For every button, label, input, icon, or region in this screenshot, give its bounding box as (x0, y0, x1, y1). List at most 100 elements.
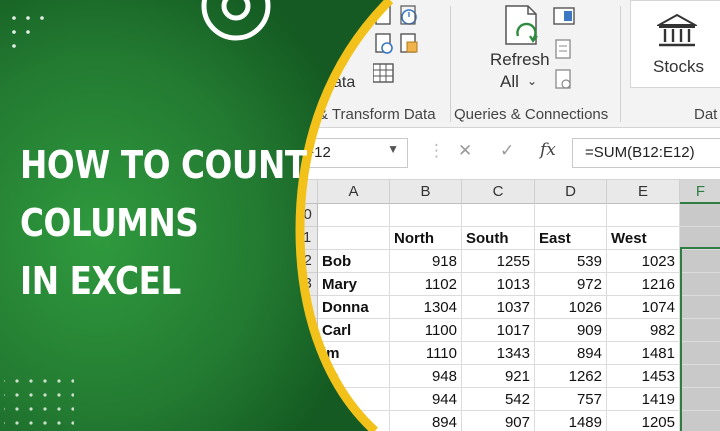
grid-cell[interactable] (680, 204, 720, 227)
grid-cell[interactable]: va (318, 365, 390, 388)
grid-cell[interactable]: 948 (390, 365, 462, 388)
insert-function-icon[interactable]: fx (540, 140, 556, 160)
grid-cell[interactable]: 1255 (462, 250, 535, 273)
grid-cell[interactable]: Mary (318, 273, 390, 296)
grid-cell[interactable] (680, 365, 720, 388)
column-header-e[interactable]: E (607, 180, 680, 204)
grid-cell[interactable] (680, 273, 720, 296)
grid-cell[interactable]: West (607, 227, 680, 250)
row-header[interactable]: 15 (290, 319, 318, 342)
column-header-c[interactable]: C (462, 180, 535, 204)
grid-cell[interactable]: 918 (390, 250, 462, 273)
column-header-a[interactable]: A (318, 180, 390, 204)
row-header[interactable]: 12 (290, 250, 318, 273)
name-box[interactable]: F12 ▼ (290, 138, 408, 168)
column-header-f[interactable]: F (680, 180, 720, 204)
grid-cell[interactable] (680, 342, 720, 365)
grid-cell[interactable] (318, 227, 390, 250)
grid-cell[interactable]: 1017 (462, 319, 535, 342)
grid-cell[interactable] (535, 204, 607, 227)
grid-cell[interactable]: 1013 (462, 273, 535, 296)
refresh-all-label[interactable]: All (500, 72, 519, 92)
column-header-d[interactable]: D (535, 180, 607, 204)
grid-cell[interactable] (318, 204, 390, 227)
grid-cell[interactable]: im (318, 342, 390, 365)
grid-cell[interactable]: 1216 (607, 273, 680, 296)
grid-cell[interactable]: 944 (390, 388, 462, 411)
grid-cell[interactable] (680, 250, 720, 273)
row-header[interactable]: 19 (290, 411, 318, 431)
grid-cell[interactable]: 1304 (390, 296, 462, 319)
grid-cell[interactable]: 1453 (607, 365, 680, 388)
grid-cell[interactable] (680, 411, 720, 431)
refresh-label[interactable]: Refresh (490, 50, 550, 70)
grid-cell[interactable]: East (535, 227, 607, 250)
grid-cell[interactable] (390, 204, 462, 227)
grid-cell[interactable]: 1343 (462, 342, 535, 365)
grid-cell[interactable]: 1100 (390, 319, 462, 342)
grid-cell[interactable] (680, 319, 720, 342)
grid-cell[interactable]: 907 (462, 411, 535, 431)
stocks-bank-icon (657, 13, 697, 47)
cancel-formula-icon[interactable]: ✕ (458, 141, 472, 161)
title-line-3: IN EXCEL (20, 259, 181, 303)
row-header[interactable]: 17 (290, 365, 318, 388)
grid-cell[interactable]: 1026 (535, 296, 607, 319)
page-title: HOW TO COUNT COLUMNS IN EXCEL (20, 136, 307, 310)
grid-cell[interactable] (680, 388, 720, 411)
grid-cell[interactable]: 1262 (535, 365, 607, 388)
row-header[interactable]: 14 (290, 296, 318, 319)
grid-cell[interactable] (680, 227, 720, 250)
stocks-button[interactable]: Stocks (630, 0, 720, 88)
data-source-icons[interactable] (373, 4, 425, 90)
grid-cell[interactable]: 1110 (390, 342, 462, 365)
title-line-2: COLUMNS (20, 201, 199, 245)
grid-cell[interactable]: 542 (462, 388, 535, 411)
get-data-label-1[interactable]: et (333, 52, 346, 70)
grid-cell[interactable]: 1481 (607, 342, 680, 365)
grid-cell[interactable]: 1489 (535, 411, 607, 431)
refresh-all-icon[interactable] (500, 2, 548, 50)
row-header[interactable]: 18 (290, 388, 318, 411)
grid-cell[interactable]: 894 (535, 342, 607, 365)
grid-cell[interactable]: 909 (535, 319, 607, 342)
grid-cell[interactable]: South (462, 227, 535, 250)
grid-cell[interactable]: 1074 (607, 296, 680, 319)
group-separator (450, 6, 451, 122)
get-data-label-2[interactable]: ata (333, 74, 355, 92)
grid-cell[interactable]: 1037 (462, 296, 535, 319)
grid-cell[interactable]: 539 (535, 250, 607, 273)
grid-cell[interactable]: 757 (535, 388, 607, 411)
grid-cell[interactable]: 982 (607, 319, 680, 342)
grid-cell[interactable]: 1205 (607, 411, 680, 431)
row-header[interactable]: 13 (290, 273, 318, 296)
grid-cell[interactable]: 1102 (390, 273, 462, 296)
grid-cell[interactable] (680, 296, 720, 319)
grid-cell[interactable]: Donna (318, 296, 390, 319)
grid-cell[interactable]: 972 (535, 273, 607, 296)
title-line-1: HOW TO COUNT (20, 143, 307, 187)
formula-input[interactable]: =SUM(B12:E12) (572, 138, 720, 168)
grid-cell[interactable] (318, 411, 390, 431)
grid-cell[interactable]: Bob (318, 250, 390, 273)
grid-cell[interactable]: 1419 (607, 388, 680, 411)
name-box-chevron-down-icon[interactable]: ▼ (387, 142, 399, 156)
group-label-get-transform: & Transform Data (318, 106, 436, 123)
grid-cell[interactable]: 1023 (607, 250, 680, 273)
grid-cell[interactable]: 894 (390, 411, 462, 431)
grid-cell[interactable]: 921 (462, 365, 535, 388)
queries-connections-icons[interactable] (552, 6, 578, 92)
grid-cell[interactable]: North (390, 227, 462, 250)
row-header[interactable]: 11 (290, 227, 318, 250)
refresh-dropdown-chevron-icon[interactable]: ⌄ (527, 74, 537, 88)
column-header-b[interactable]: B (390, 180, 462, 204)
grid-cell[interactable] (607, 204, 680, 227)
formula-bar-handle-icon[interactable]: ⋮ (428, 141, 445, 161)
row-header[interactable]: 16 (290, 342, 318, 365)
group-label-data-types: Dat (694, 106, 718, 123)
confirm-formula-icon[interactable]: ✓ (500, 141, 514, 161)
grid-cell[interactable]: Carl (318, 319, 390, 342)
row-header[interactable]: 10 (290, 204, 318, 227)
grid-cell[interactable] (462, 204, 535, 227)
grid-cell[interactable] (318, 388, 390, 411)
